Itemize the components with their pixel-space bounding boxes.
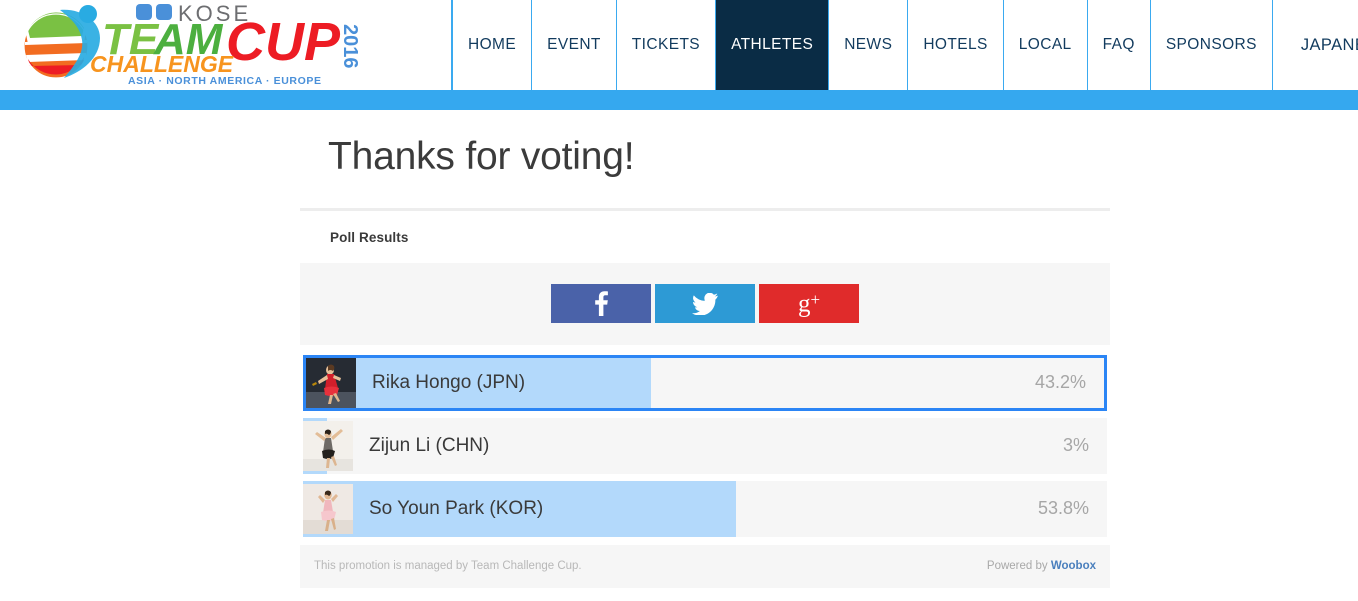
poll-option-label: So Youn Park (KOR) bbox=[369, 497, 544, 519]
googleplus-share-button[interactable]: g+ bbox=[759, 284, 859, 324]
googleplus-icon: g+ bbox=[797, 290, 821, 318]
nav-item-news[interactable]: NEWS bbox=[829, 0, 909, 90]
avatar bbox=[306, 357, 356, 408]
skater-photo-pink bbox=[303, 483, 353, 534]
skater-photo-red bbox=[306, 357, 356, 408]
page-body: Thanks for voting! Poll Results g+ Rika … bbox=[0, 110, 1358, 588]
page-title: Thanks for voting! bbox=[328, 135, 635, 178]
poll-option-percent: 43.2% bbox=[1034, 372, 1086, 393]
facebook-icon bbox=[594, 291, 608, 317]
nav-item-local[interactable]: LOCAL bbox=[1004, 0, 1088, 90]
avatar bbox=[303, 483, 353, 534]
facebook-share-button[interactable] bbox=[551, 284, 651, 324]
avatar bbox=[303, 420, 353, 471]
promotion-managed-text: This promotion is managed by Team Challe… bbox=[314, 560, 582, 573]
social-share-panel: g+ bbox=[300, 262, 1110, 345]
nav-item-home[interactable]: HOME bbox=[452, 0, 533, 90]
poll-option-row[interactable]: Zijun Li (CHN) 3% bbox=[303, 417, 1107, 474]
nav-item-athletes[interactable]: ATHLETES bbox=[716, 0, 830, 90]
poll-option-percent: 53.8% bbox=[1037, 498, 1089, 519]
accent-band bbox=[0, 90, 1358, 110]
nav-item-faq[interactable]: FAQ bbox=[1088, 0, 1151, 90]
svg-text:CHALLENGE: CHALLENGE bbox=[90, 51, 234, 77]
site-logo[interactable]: KOSE TE AM CUP CHALLENGE 2016 ASIA · NOR… bbox=[0, 0, 452, 90]
twitter-share-button[interactable] bbox=[655, 284, 755, 324]
powered-by-label: Powered by bbox=[986, 560, 1051, 573]
nav-item-tickets[interactable]: TICKETS bbox=[617, 0, 717, 90]
skater-photo-black bbox=[303, 420, 353, 471]
svg-text:2016: 2016 bbox=[339, 24, 361, 69]
poll-options-list: Rika Hongo (JPN) 43.2% Zijun Li (CHN) 3%… bbox=[300, 354, 1110, 537]
main-navigation: HOME EVENT TICKETS ATHLETES NEWS HOTELS … bbox=[452, 0, 1358, 90]
twitter-icon bbox=[692, 292, 718, 315]
content-container: Thanks for voting! Poll Results g+ Rika … bbox=[300, 134, 1110, 588]
poll-option-percent: 3% bbox=[1062, 435, 1089, 456]
poll-option-label: Rika Hongo (JPN) bbox=[372, 371, 526, 393]
powered-by: Powered by Woobox bbox=[987, 560, 1096, 572]
logo-artwork: KOSE TE AM CUP CHALLENGE 2016 ASIA · NOR… bbox=[23, 2, 361, 87]
poll-footer: This promotion is managed by Team Challe… bbox=[300, 544, 1110, 588]
poll-results-heading: Poll Results bbox=[330, 229, 409, 245]
woobox-link[interactable]: Woobox bbox=[1051, 560, 1096, 572]
nav-item-hotels[interactable]: HOTELS bbox=[908, 0, 1004, 90]
nav-item-sponsors[interactable]: SPONSORS bbox=[1151, 0, 1273, 90]
site-header: KOSE TE AM CUP CHALLENGE 2016 ASIA · NOR… bbox=[0, 0, 1358, 90]
poll-option-row[interactable]: Rika Hongo (JPN) 43.2% bbox=[303, 354, 1107, 411]
svg-text:CUP: CUP bbox=[226, 12, 341, 72]
poll-option-row[interactable]: So Youn Park (KOR) 53.8% bbox=[303, 480, 1107, 537]
svg-text:ASIA · NORTH AMERICA · EUROPE: ASIA · NORTH AMERICA · EUROPE bbox=[128, 75, 322, 87]
poll-option-label: Zijun Li (CHN) bbox=[369, 434, 490, 456]
nav-item-japanese-language[interactable]: JAPANESE LANGUAGE bbox=[1273, 0, 1358, 90]
nav-item-event[interactable]: EVENT bbox=[532, 0, 617, 90]
